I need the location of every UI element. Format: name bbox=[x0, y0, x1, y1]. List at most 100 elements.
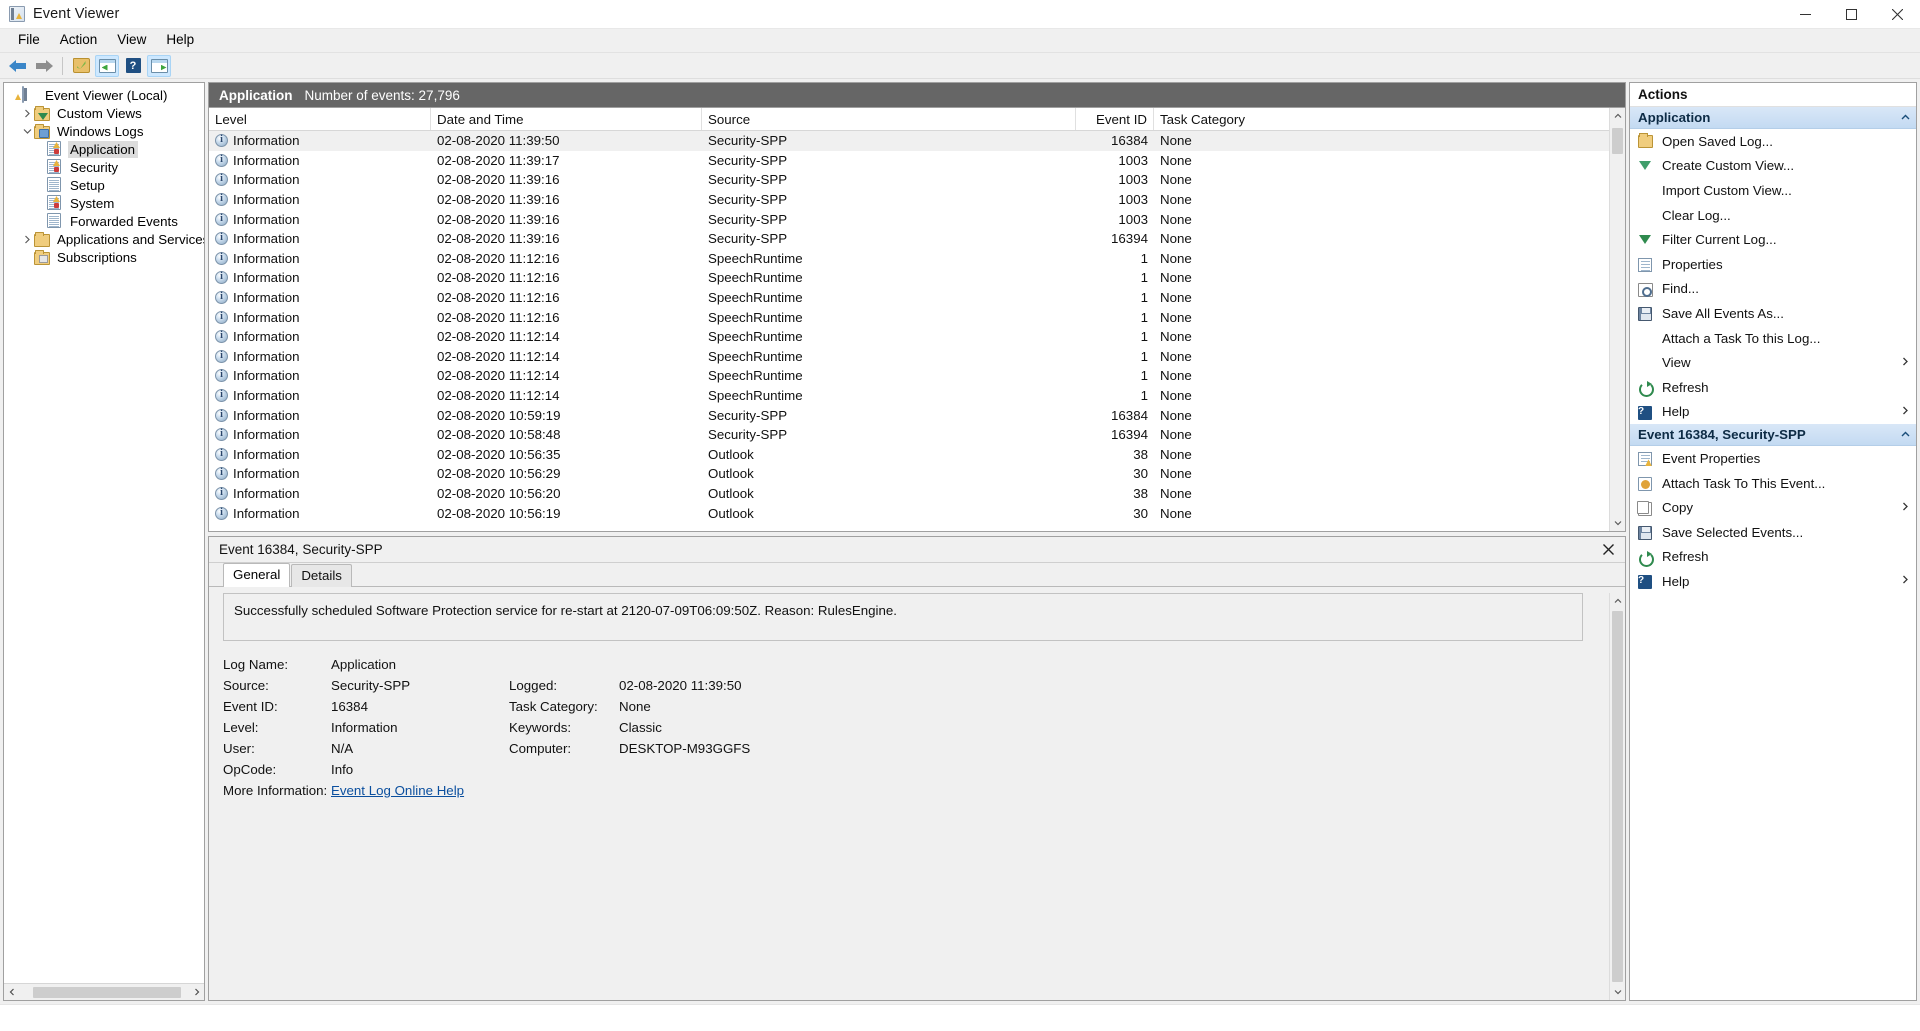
more-information-link[interactable]: Event Log Online Help bbox=[331, 783, 509, 798]
help-button[interactable]: ? bbox=[121, 55, 145, 77]
table-row[interactable]: Information 02-08-2020 10:56:29 Outlook 30 N… bbox=[209, 464, 1609, 484]
menu-action[interactable]: Action bbox=[50, 29, 108, 52]
scroll-up-icon[interactable] bbox=[1610, 108, 1625, 124]
column-header-event-id[interactable]: Event ID bbox=[1076, 108, 1154, 130]
action-item-save-all-events-as[interactable]: Save All Events As... bbox=[1630, 301, 1916, 326]
detail-scroll-down-icon[interactable] bbox=[1610, 984, 1625, 1000]
chevron-right-icon[interactable] bbox=[1902, 357, 1908, 369]
information-icon bbox=[215, 389, 228, 403]
show-hide-console-tree-button[interactable] bbox=[95, 54, 119, 77]
table-row[interactable]: Information 02-08-2020 11:12:16 SpeechRunt… bbox=[209, 288, 1609, 308]
chevron-right-icon[interactable] bbox=[1902, 406, 1908, 418]
field-label-logged: Logged: bbox=[509, 678, 558, 693]
table-row[interactable]: Information 02-08-2020 11:39:16 Security-S… bbox=[209, 170, 1609, 190]
forward-button[interactable] bbox=[32, 55, 56, 77]
action-item-refresh[interactable]: Refresh bbox=[1630, 545, 1916, 570]
action-item-save-selected-events[interactable]: Save Selected Events... bbox=[1630, 520, 1916, 545]
vscroll-track[interactable] bbox=[1610, 124, 1625, 515]
action-item-refresh[interactable]: Refresh bbox=[1630, 375, 1916, 400]
action-item-help[interactable]: ? Help bbox=[1630, 569, 1916, 594]
action-item-find[interactable]: Find... bbox=[1630, 277, 1916, 302]
scroll-down-icon[interactable] bbox=[1610, 515, 1625, 531]
table-row[interactable]: Information 02-08-2020 11:39:16 Security-S… bbox=[209, 190, 1609, 210]
chevron-right-icon[interactable] bbox=[1902, 575, 1908, 587]
close-icon[interactable] bbox=[1599, 541, 1617, 559]
table-row[interactable]: Information 02-08-2020 10:56:35 Outlook 38 N… bbox=[209, 445, 1609, 465]
scroll-left-icon[interactable] bbox=[4, 985, 19, 1000]
menu-file[interactable]: File bbox=[8, 29, 50, 52]
table-row[interactable]: Information 02-08-2020 11:12:14 SpeechRunt… bbox=[209, 386, 1609, 406]
tree-item-subscriptions[interactable]: Subscriptions bbox=[4, 248, 204, 266]
tree-item-system[interactable]: System bbox=[4, 194, 204, 212]
table-row[interactable]: Information 02-08-2020 11:39:50 Security-S… bbox=[209, 131, 1609, 151]
table-row[interactable]: Information 02-08-2020 11:39:16 Security-S… bbox=[209, 229, 1609, 249]
column-header-level[interactable]: Level bbox=[209, 108, 431, 130]
action-item-help[interactable]: ? Help bbox=[1630, 400, 1916, 425]
tree-item-custom-views[interactable]: Custom Views bbox=[4, 104, 204, 122]
table-row[interactable]: Information 02-08-2020 11:12:14 SpeechRunt… bbox=[209, 347, 1609, 367]
action-item-attach-task-to-this-event[interactable]: Attach Task To This Event... bbox=[1630, 471, 1916, 496]
table-row[interactable]: Information 02-08-2020 11:12:16 SpeechRunt… bbox=[209, 249, 1609, 269]
table-row[interactable]: Information 02-08-2020 11:12:14 SpeechRunt… bbox=[209, 366, 1609, 386]
chevron-right-icon[interactable] bbox=[20, 104, 34, 122]
tab-general[interactable]: General bbox=[223, 563, 291, 587]
tree-horizontal-scrollbar[interactable] bbox=[4, 983, 204, 1000]
menu-view[interactable]: View bbox=[107, 29, 156, 52]
table-row[interactable]: Information 02-08-2020 11:12:16 SpeechRunt… bbox=[209, 307, 1609, 327]
back-button[interactable] bbox=[6, 55, 30, 77]
table-row[interactable]: Information 02-08-2020 10:56:20 Outlook 38 N… bbox=[209, 484, 1609, 504]
detail-vertical-scrollbar[interactable] bbox=[1609, 593, 1625, 1000]
action-item-properties[interactable]: Properties bbox=[1630, 252, 1916, 277]
action-item-filter-current-log[interactable]: Filter Current Log... bbox=[1630, 227, 1916, 252]
column-header-task-category[interactable]: Task Category bbox=[1154, 108, 1609, 130]
actions-group-header[interactable]: Application bbox=[1630, 107, 1916, 129]
event-list-vertical-scrollbar[interactable] bbox=[1609, 108, 1625, 531]
detail-scroll-up-icon[interactable] bbox=[1610, 593, 1625, 609]
menu-help[interactable]: Help bbox=[156, 29, 204, 52]
detail-vscroll-thumb[interactable] bbox=[1612, 611, 1623, 982]
chevron-right-icon[interactable] bbox=[20, 230, 34, 248]
table-row[interactable]: Information 02-08-2020 11:39:17 Security-S… bbox=[209, 151, 1609, 171]
tree-item-event-viewer-local[interactable]: Event Viewer (Local) bbox=[4, 86, 204, 104]
scroll-right-icon[interactable] bbox=[189, 985, 204, 1000]
show-hide-action-pane-button[interactable] bbox=[147, 54, 171, 77]
tree-hscroll-track[interactable] bbox=[19, 984, 189, 1000]
maximize-button[interactable] bbox=[1828, 0, 1874, 29]
close-button[interactable] bbox=[1874, 0, 1920, 29]
table-row[interactable]: Information 02-08-2020 11:12:14 SpeechRunt… bbox=[209, 327, 1609, 347]
action-item-clear-log[interactable]: Clear Log... bbox=[1630, 203, 1916, 228]
table-row[interactable]: Information 02-08-2020 10:58:48 Security-S… bbox=[209, 425, 1609, 445]
minimize-button[interactable] bbox=[1782, 0, 1828, 29]
tab-details[interactable]: Details bbox=[291, 564, 352, 587]
table-row[interactable]: Information 02-08-2020 10:56:19 Outlook 30 N… bbox=[209, 503, 1609, 523]
column-header-source[interactable]: Source bbox=[702, 108, 1076, 130]
action-item-view[interactable]: View bbox=[1630, 350, 1916, 375]
tree-item-windows-logs[interactable]: Windows Logs bbox=[4, 122, 204, 140]
column-header-date-and-time[interactable]: Date and Time bbox=[431, 108, 702, 130]
action-item-open-saved-log[interactable]: Open Saved Log... bbox=[1630, 129, 1916, 154]
table-row[interactable]: Information 02-08-2020 10:59:19 Security-S… bbox=[209, 405, 1609, 425]
tree-item-applications-and-services-logs[interactable]: Applications and Services Log bbox=[4, 230, 204, 248]
detail-vscroll-track[interactable] bbox=[1610, 609, 1625, 984]
cell-source: SpeechRuntime bbox=[708, 270, 803, 286]
chevron-up-icon[interactable] bbox=[1901, 429, 1910, 440]
table-row[interactable]: Information 02-08-2020 11:12:16 SpeechRunt… bbox=[209, 268, 1609, 288]
action-item-create-custom-view[interactable]: Create Custom View... bbox=[1630, 154, 1916, 179]
tree-item-security[interactable]: Security bbox=[4, 158, 204, 176]
tree-item-forwarded-events[interactable]: Forwarded Events bbox=[4, 212, 204, 230]
open-saved-log-button[interactable] bbox=[69, 55, 93, 77]
chevron-up-icon[interactable] bbox=[1901, 112, 1910, 123]
table-row[interactable]: Information 02-08-2020 11:39:16 Security-S… bbox=[209, 209, 1609, 229]
actions-group-header[interactable]: Event 16384, Security-SPP bbox=[1630, 424, 1916, 447]
action-item-attach-a-task-to-this-log[interactable]: Attach a Task To this Log... bbox=[1630, 326, 1916, 351]
chevron-right-icon[interactable] bbox=[1902, 502, 1908, 514]
tree-item-application[interactable]: Application bbox=[4, 140, 204, 158]
tree-hscroll-thumb[interactable] bbox=[33, 986, 181, 998]
cell-event-id: 16384 bbox=[1111, 407, 1148, 423]
tree-item-setup[interactable]: Setup bbox=[4, 176, 204, 194]
action-item-event-properties[interactable]: Event Properties bbox=[1630, 446, 1916, 471]
action-item-import-custom-view[interactable]: Import Custom View... bbox=[1630, 178, 1916, 203]
vscroll-thumb[interactable] bbox=[1612, 128, 1623, 154]
chevron-down-icon[interactable] bbox=[20, 122, 34, 140]
action-item-copy[interactable]: Copy bbox=[1630, 495, 1916, 520]
